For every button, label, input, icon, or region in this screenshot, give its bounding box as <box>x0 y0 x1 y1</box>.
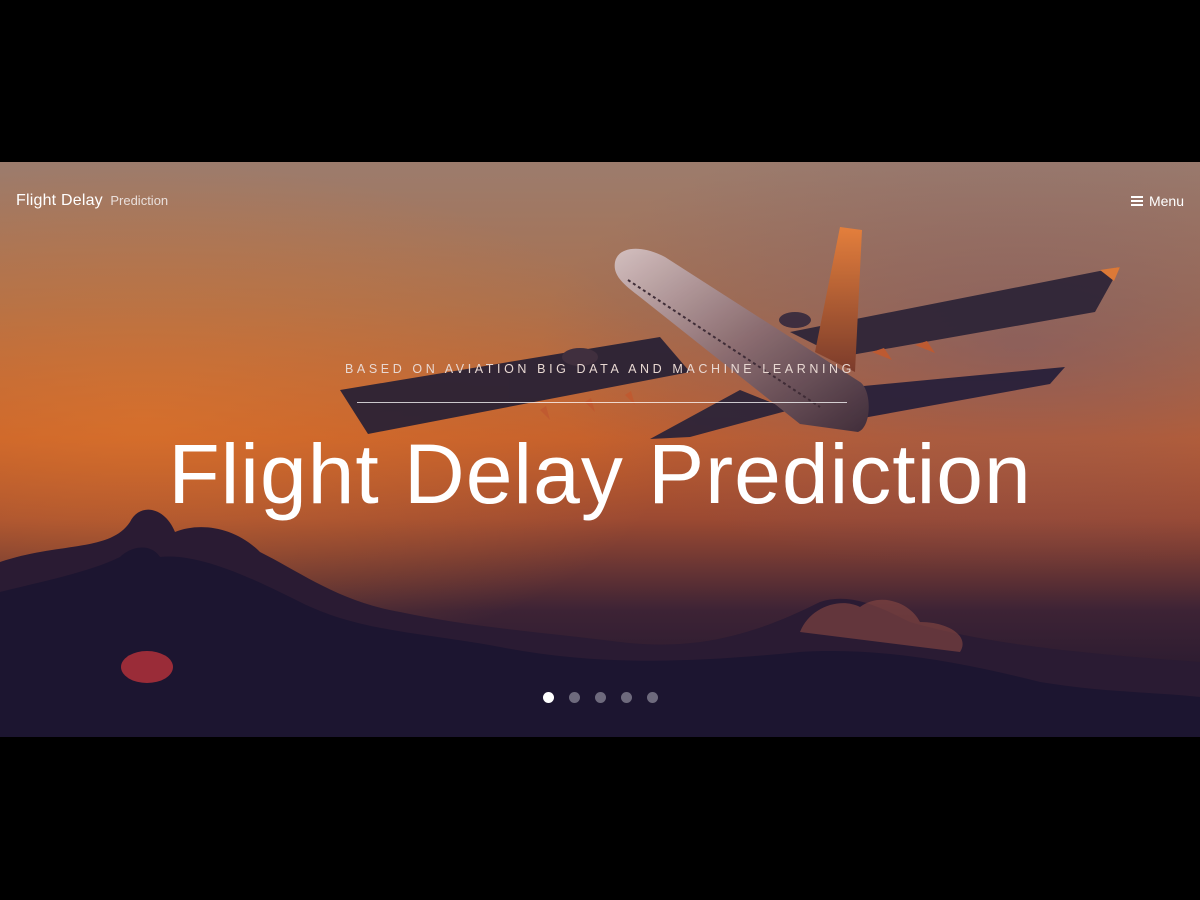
menu-button[interactable]: Menu <box>1130 193 1184 209</box>
brand-subtitle: Prediction <box>110 193 169 208</box>
slider-pagination <box>0 692 1200 703</box>
hero-divider <box>357 402 847 403</box>
hero-tagline: BASED ON AVIATION BIG DATA AND MACHINE L… <box>344 362 855 376</box>
slide-dot-4[interactable] <box>620 692 632 703</box>
menu-label: Menu <box>1148 193 1184 209</box>
slide-dot-1[interactable] <box>542 692 554 703</box>
slide-dot-2[interactable] <box>568 692 580 703</box>
hero-section: Flight Delay Prediction Menu BASED ON AV… <box>0 162 1200 737</box>
brand-title: Flight Delay <box>16 192 103 209</box>
brand-logo[interactable]: Flight Delay Prediction <box>16 192 168 210</box>
hamburger-icon <box>1130 196 1143 206</box>
slide-dot-5[interactable] <box>646 692 658 703</box>
hero-headline: Flight Delay Prediction <box>168 427 1032 521</box>
slide-dot-3[interactable] <box>594 692 606 703</box>
